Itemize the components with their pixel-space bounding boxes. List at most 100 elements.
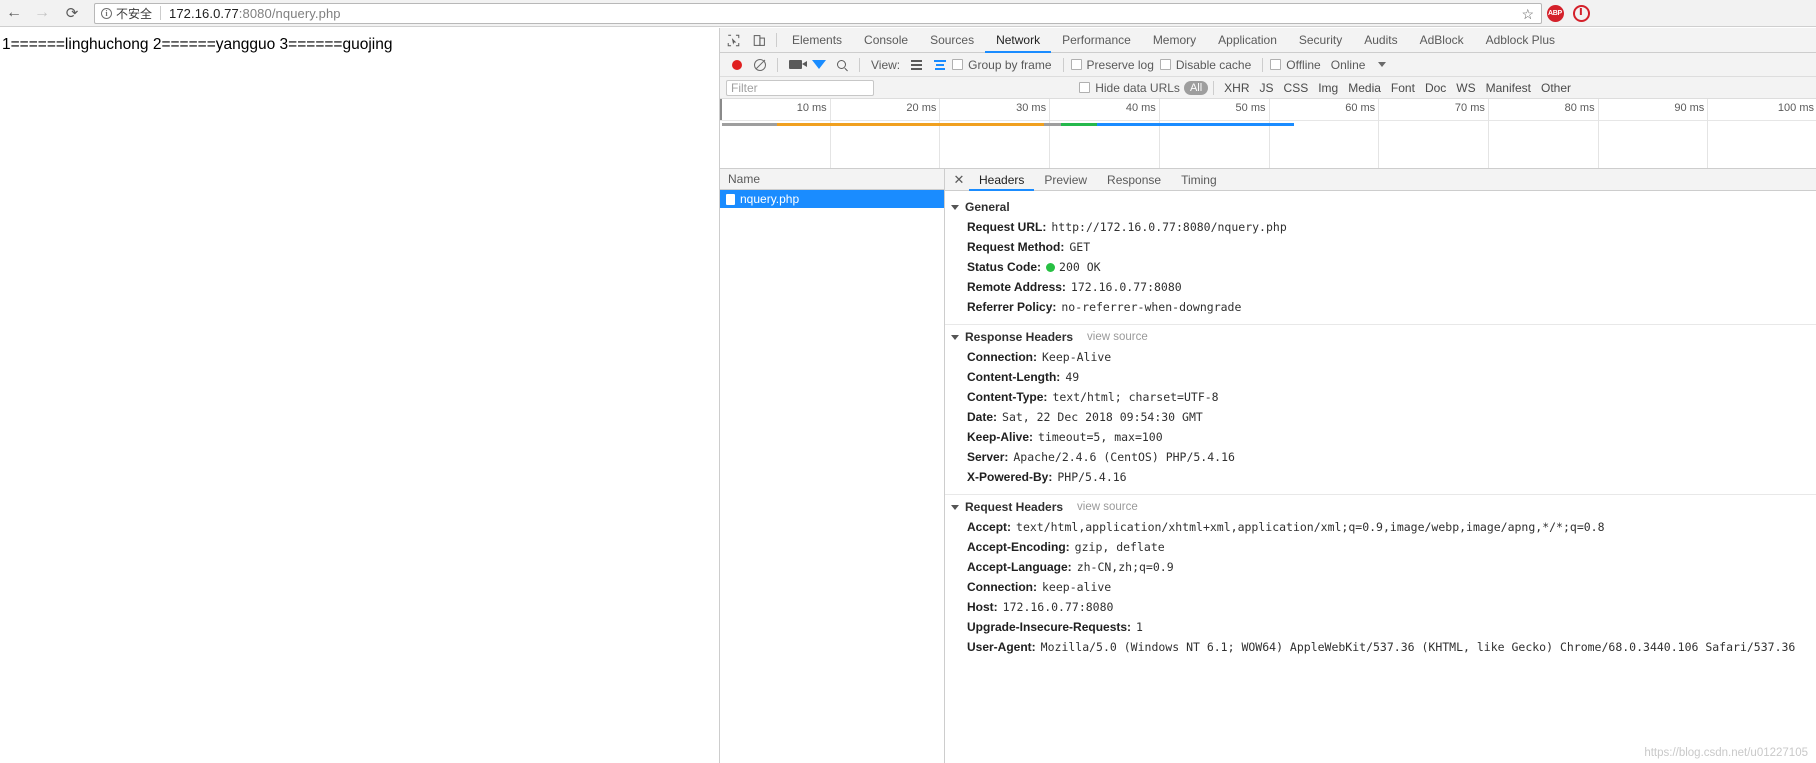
timeline-segment-finish <box>1096 123 1294 126</box>
clear-icon[interactable] <box>749 55 770 75</box>
headers-section: General Request URL: http://172.16.0.77:80… <box>945 195 1816 321</box>
header-value: gzip, deflate <box>1074 540 1165 554</box>
header-name: Content-Length: <box>967 370 1061 384</box>
type-filter-ws[interactable]: WS <box>1451 81 1480 95</box>
tab-application[interactable]: Application <box>1207 29 1288 53</box>
url-path: :8080/nquery.php <box>238 5 341 21</box>
header-value: GET <box>1069 240 1091 254</box>
network-overview-timeline[interactable]: 10 ms 20 ms 30 ms 40 ms 50 ms 60 ms 70 ms 80 ms… <box>720 99 1816 169</box>
detail-tab-preview[interactable]: Preview <box>1034 170 1097 191</box>
timeline-tick-label: 20 ms <box>906 102 937 114</box>
document-icon <box>726 193 735 205</box>
type-filter-manifest[interactable]: Manifest <box>1481 81 1536 95</box>
group-by-frame-checkbox[interactable]: Group by frame <box>952 58 1052 72</box>
timeline-tick-label: 10 ms <box>796 102 827 114</box>
camera-icon[interactable] <box>785 55 807 75</box>
headers-section-title[interactable]: Request Headers view source <box>945 497 1816 517</box>
tabbar-divider <box>776 33 777 47</box>
type-filter-img[interactable]: Img <box>1313 81 1343 95</box>
chevron-down-icon <box>951 504 959 510</box>
throttle-value[interactable]: Online <box>1331 58 1366 72</box>
omnibox-divider <box>160 6 162 20</box>
header-value: Apache/2.4.6 (CentOS) PHP/5.4.16 <box>1013 450 1235 464</box>
adblock-plus-extension-icon[interactable] <box>1568 0 1594 27</box>
type-filter-css[interactable]: CSS <box>1279 81 1314 95</box>
type-filter-js[interactable]: JS <box>1255 81 1279 95</box>
preserve-log-label: Preserve log <box>1086 57 1154 72</box>
devtools-panel: Elements Console Sources Network Perform… <box>719 28 1816 763</box>
search-icon[interactable] <box>831 55 852 75</box>
detail-tab-timing[interactable]: Timing <box>1171 170 1227 191</box>
bookmark-star-icon[interactable]: ☆ <box>1521 6 1534 23</box>
device-toolbar-icon[interactable] <box>746 28 772 52</box>
view-source-link[interactable]: view source <box>1077 501 1138 513</box>
type-filter-xhr[interactable]: XHR <box>1219 81 1254 95</box>
header-row: Content-Type: text/html; charset=UTF-8 <box>945 387 1816 407</box>
timeline-tick-label: 50 ms <box>1235 102 1266 114</box>
preserve-log-checkbox[interactable]: Preserve log <box>1070 57 1154 72</box>
tab-sources[interactable]: Sources <box>919 29 985 53</box>
address-bar[interactable]: i 不安全 172.16.0.77:8080/nquery.php ☆ <box>94 2 1542 24</box>
headers-section-title[interactable]: Response Headers view source <box>945 327 1816 347</box>
reload-icon[interactable]: ⟳ <box>58 0 86 27</box>
disable-cache-checkbox[interactable]: Disable cache <box>1159 58 1251 72</box>
type-filter-font[interactable]: Font <box>1386 81 1420 95</box>
inspect-element-icon[interactable] <box>720 28 746 52</box>
timeline-tick-label: 40 ms <box>1125 102 1156 114</box>
tab-network[interactable]: Network <box>985 29 1052 53</box>
type-filter-media[interactable]: Media <box>1343 81 1386 95</box>
tab-performance[interactable]: Performance <box>1051 29 1142 53</box>
header-name: Accept-Encoding: <box>967 540 1070 554</box>
header-row: Referrer Policy: no-referrer-when-downgra… <box>945 297 1816 317</box>
timeline-tick-label: 60 ms <box>1345 102 1376 114</box>
offline-label: Offline <box>1286 57 1321 72</box>
header-row: Content-Length: 49 <box>945 367 1816 387</box>
header-name: Content-Type: <box>967 390 1048 404</box>
tab-console[interactable]: Console <box>853 29 919 53</box>
header-value: no-referrer-when-downgrade <box>1061 300 1242 314</box>
tab-audits[interactable]: Audits <box>1353 29 1408 53</box>
record-icon[interactable] <box>726 55 747 75</box>
detail-tab-headers[interactable]: Headers <box>969 170 1035 191</box>
watermark-text: https://blog.csdn.net/u01227105 <box>1644 747 1808 759</box>
detail-tab-response[interactable]: Response <box>1097 170 1171 191</box>
type-filter-all[interactable]: All <box>1183 80 1209 95</box>
offline-checkbox[interactable]: Offline <box>1270 57 1321 72</box>
back-arrow-icon[interactable]: ← <box>0 0 28 27</box>
browser-toolbar: ← → ⟳ i 不安全 172.16.0.77:8080/nquery.php … <box>0 0 1816 27</box>
header-value: zh-CN,zh;q=0.9 <box>1076 560 1174 574</box>
timeline-tick-label: 30 ms <box>1016 102 1047 114</box>
filter-input[interactable] <box>726 79 874 96</box>
list-view-icon[interactable] <box>906 55 927 75</box>
tab-adblock[interactable]: AdBlock <box>1409 29 1475 53</box>
timeline-tick-label: 90 ms <box>1674 102 1705 114</box>
tab-elements[interactable]: Elements <box>781 29 853 53</box>
type-filter-other[interactable]: Other <box>1536 81 1576 95</box>
abp-ring-glyph <box>1572 4 1590 22</box>
table-row[interactable]: nquery.php <box>720 190 944 208</box>
tab-security[interactable]: Security <box>1288 29 1353 53</box>
offline-box <box>1270 59 1282 70</box>
info-icon: i <box>101 7 112 19</box>
tab-adblock-plus[interactable]: Adblock Plus <box>1475 29 1566 53</box>
forward-arrow-icon[interactable]: → <box>28 0 56 27</box>
tab-memory[interactable]: Memory <box>1142 29 1207 53</box>
security-chip[interactable]: i 不安全 <box>101 5 152 22</box>
request-column-header[interactable]: Name <box>720 169 944 190</box>
chevron-down-icon[interactable] <box>1371 55 1392 75</box>
type-filter-doc[interactable]: Doc <box>1420 81 1451 95</box>
request-detail-pane: ✕ Headers Preview Response Timing Genera… <box>945 169 1816 763</box>
header-name: Request Method: <box>967 240 1065 254</box>
view-source-link[interactable]: view source <box>1087 331 1148 343</box>
funnel-icon[interactable] <box>808 55 829 75</box>
header-row: Accept: text/html,application/xhtml+xml,a… <box>945 517 1816 537</box>
header-value: keep-alive <box>1042 580 1112 594</box>
close-icon[interactable]: ✕ <box>949 169 969 190</box>
header-value: Sat, 22 Dec 2018 09:54:30 GMT <box>1002 410 1203 424</box>
hide-data-urls-checkbox[interactable]: Hide data URLs <box>1079 81 1180 95</box>
timeline-segment-request-sent <box>776 123 1045 126</box>
waterfall-view-icon[interactable] <box>929 55 950 75</box>
adblock-extension-icon[interactable]: ABP <box>1542 0 1568 27</box>
headers-section-title[interactable]: General <box>945 197 1816 217</box>
section-title-label: Request Headers <box>965 500 1064 514</box>
